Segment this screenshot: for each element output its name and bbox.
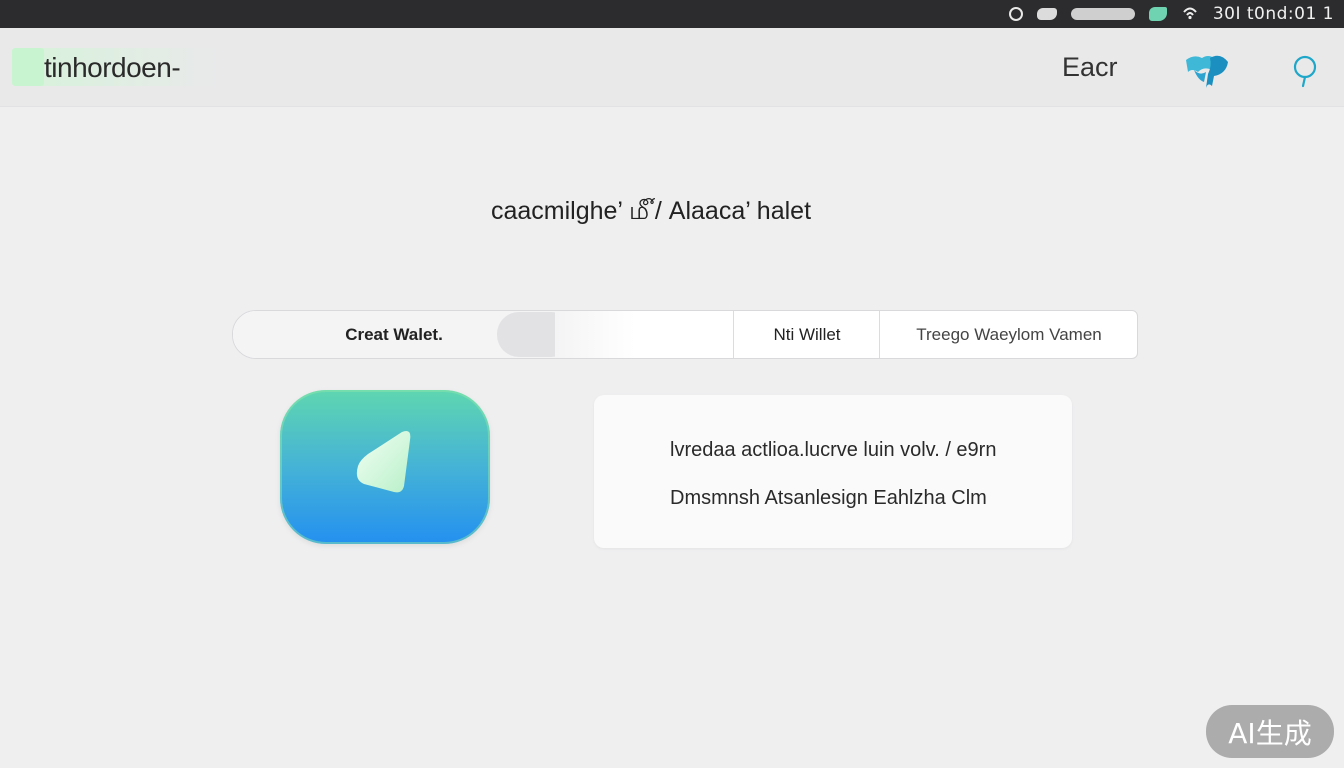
wallet-tab-bar: Creat Walet. Nti Willet Treego Waeylom V… <box>232 310 1138 359</box>
brand-name[interactable]: tinhordoen- <box>44 52 181 84</box>
tab-import-wallet[interactable]: Treego Waeylom Vamen <box>879 311 1138 358</box>
world-map-icon[interactable] <box>1184 52 1230 92</box>
search-icon[interactable] <box>1008 7 1023 21</box>
battery-icon <box>1148 7 1167 21</box>
info-text-line: Dmsmnsh Atsanlesign Eahlzha Clm <box>670 487 987 509</box>
clock: 30I t0nd:01 1 <box>1212 4 1334 24</box>
app-header: tinhordoen- Eacr <box>0 28 1344 107</box>
tab-create-wallet-label: Creat Walet. <box>345 324 443 344</box>
nav-link[interactable]: Eacr <box>1062 52 1118 83</box>
wifi-icon <box>1181 4 1199 25</box>
logo-icon[interactable] <box>12 48 44 86</box>
tab-new-wallet-label: Nti Willet <box>773 324 841 344</box>
wallet-app-tile[interactable] <box>280 390 490 544</box>
cloud-icon <box>1036 8 1057 20</box>
status-bar: 30I t0nd:01 1 <box>0 0 1344 28</box>
status-icons: 30I t0nd:01 1 <box>1008 3 1334 25</box>
wallet-info-card: lvredaa actlioa.lucrve luin volv. / e9rn… <box>594 395 1072 548</box>
location-pin-icon[interactable] <box>1290 54 1320 88</box>
tab-import-wallet-label: Treego Waeylom Vamen <box>916 324 1102 344</box>
ai-generated-badge: AI生成 <box>1206 705 1334 758</box>
tab-new-wallet[interactable]: Nti Willet <box>733 311 880 358</box>
info-text-line: lvredaa actlioa.lucrve luin volv. / e9rn <box>670 439 997 461</box>
tab-divider <box>555 311 635 358</box>
wallet-icon <box>356 431 411 493</box>
network-icon <box>1070 8 1135 20</box>
page-title: caacmilghe’ ௴/ Alaaca’ halet <box>490 197 812 225</box>
